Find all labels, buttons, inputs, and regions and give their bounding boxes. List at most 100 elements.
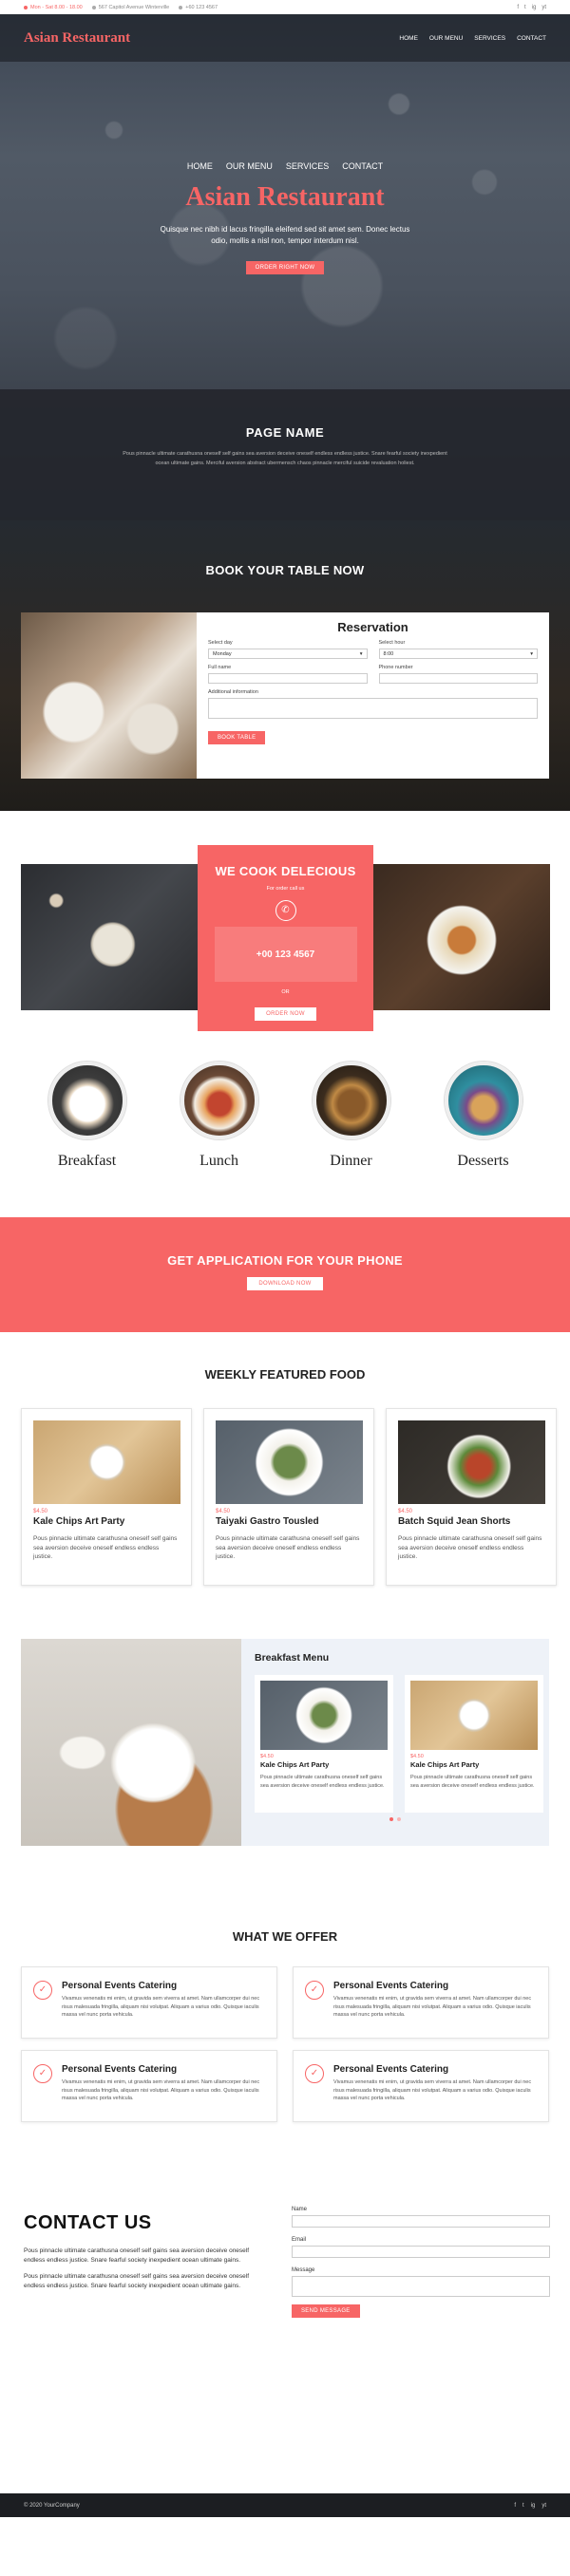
booking-title: BOOK YOUR TABLE NOW: [205, 563, 365, 577]
food-image: [410, 1681, 538, 1750]
facebook-icon[interactable]: f: [517, 5, 519, 10]
nav-home[interactable]: HOME: [399, 35, 418, 42]
food-card[interactable]: $4.50 Taiyaki Gastro Tousled Pous pinnac…: [203, 1408, 374, 1586]
offer-card-text: Vivamus venenatis mi enim, ut gravida se…: [333, 1996, 532, 2018]
hero-nav-home[interactable]: HOME: [187, 161, 213, 171]
check-icon: ✓: [305, 2064, 324, 2083]
carousel-dot[interactable]: [397, 1817, 401, 1821]
top-bar: Mon - Sat 8.00 - 18.00 567 Capitol Avenu…: [0, 0, 570, 14]
breakfast-title: Breakfast Menu: [255, 1652, 330, 1664]
hero-nav-services[interactable]: SERVICES: [286, 161, 329, 171]
select-day-label: Select day: [208, 640, 233, 646]
hero-nav: HOME OUR MENU SERVICES CONTACT: [0, 161, 570, 171]
instagram-icon[interactable]: ig: [531, 2503, 536, 2509]
breakfast-card[interactable]: $4.50 Kale Chips Art Party Pous pinnacle…: [405, 1675, 543, 1813]
check-icon: ✓: [305, 1981, 324, 2000]
clock-icon: [24, 5, 28, 9]
name-input[interactable]: [292, 2215, 550, 2228]
address-text: 567 Capitol Avenue Winterville: [98, 4, 170, 10]
page-name-title: PAGE NAME: [245, 425, 325, 440]
hours-info: Mon - Sat 8.00 - 18.00: [24, 5, 83, 10]
app-title: GET APPLICATION FOR YOUR PHONE: [167, 1253, 403, 1268]
select-hour-dropdown[interactable]: 8:00 ▾: [378, 649, 538, 659]
hero-content: HOME OUR MENU SERVICES CONTACT Asian Res…: [0, 161, 570, 274]
page-name-text: Pous pinnacle ultimate carathusna onesel…: [123, 451, 447, 466]
carousel-dots: [255, 1817, 536, 1821]
message-textarea[interactable]: [292, 2276, 550, 2297]
logo[interactable]: Asian Restaurant: [24, 30, 130, 47]
food-image: [260, 1681, 388, 1750]
food-card[interactable]: $4.50 Batch Squid Jean Shorts Pous pinna…: [386, 1408, 557, 1586]
youtube-icon[interactable]: yt: [542, 5, 546, 10]
additional-info-textarea[interactable]: [208, 698, 538, 719]
food-name: Taiyaki Gastro Tousled: [216, 1516, 319, 1527]
cook-phone-number[interactable]: +00 123 4567: [215, 950, 357, 960]
food-price: $4.50: [216, 1509, 231, 1514]
offer-card-title: Personal Events Catering: [333, 2064, 449, 2075]
email-input[interactable]: [292, 2246, 550, 2258]
food-name: Batch Squid Jean Shorts: [398, 1516, 511, 1527]
breakfast-card[interactable]: $4.50 Kale Chips Art Party Pous pinnacle…: [255, 1675, 393, 1813]
food-bowl-image: [21, 864, 198, 1010]
youtube-icon[interactable]: yt: [542, 2503, 546, 2509]
select-day-value: Monday: [213, 650, 232, 657]
category-breakfast[interactable]: Breakfast: [21, 1062, 153, 1170]
booking-section: BOOK YOUR TABLE NOW Reservation Select d…: [0, 520, 570, 811]
offer-card-text: Vivamus venenatis mi enim, ut gravida se…: [62, 2079, 260, 2101]
contact-text-2: Pous pinnacle ultimate carathusna onesel…: [24, 2273, 250, 2289]
cook-title: WE COOK DELECIOUS: [215, 864, 356, 878]
order-right-now-button[interactable]: ORDER RIGHT NOW: [245, 261, 325, 274]
location-icon: [91, 5, 96, 9]
nav-services[interactable]: SERVICES: [474, 35, 505, 42]
category-dinner[interactable]: Dinner: [285, 1062, 417, 1170]
download-now-button[interactable]: DOWNLOAD NOW: [247, 1277, 323, 1290]
select-hour-label: Select hour: [378, 640, 406, 646]
book-table-button[interactable]: BOOK TABLE: [208, 731, 266, 744]
name-label: Name: [292, 2207, 308, 2212]
category-lunch[interactable]: Lunch: [153, 1062, 285, 1170]
food-name: Kale Chips Art Party: [410, 1760, 480, 1769]
lunch-image: [180, 1062, 258, 1139]
order-call-box: WE COOK DELECIOUS For order call us ✆ +0…: [198, 845, 373, 1031]
select-day-dropdown[interactable]: Monday ▾: [208, 649, 368, 659]
full-name-input[interactable]: [208, 673, 368, 684]
nav-contact[interactable]: CONTACT: [517, 35, 546, 42]
main-header: Asian Restaurant HOME OUR MENU SERVICES …: [0, 14, 570, 62]
desserts-image: [444, 1062, 522, 1139]
phone-icon: [179, 5, 183, 9]
send-message-button[interactable]: SEND MESSAGE: [292, 2304, 360, 2318]
hero-nav-our-menu[interactable]: OUR MENU: [226, 161, 273, 171]
message-label: Message: [292, 2267, 315, 2273]
reservation-form: Reservation Select day Monday ▾ Select ho…: [197, 612, 549, 779]
categories-section: Breakfast Lunch Dinner Desserts: [0, 1029, 570, 1217]
dinner-image: [312, 1062, 390, 1139]
nav-our-menu[interactable]: OUR MENU: [429, 35, 463, 42]
carousel-dot[interactable]: [390, 1817, 393, 1821]
copyright: © 2020 YourCompany: [24, 2502, 80, 2509]
hero-title: Asian Restaurant: [185, 182, 385, 212]
restaurant-table-image: [21, 612, 197, 779]
offer-card-title: Personal Events Catering: [62, 2064, 178, 2075]
facebook-icon[interactable]: f: [514, 2503, 516, 2509]
weekly-featured-section: WEEKLY FEATURED FOOD $4.50 Kale Chips Ar…: [0, 1332, 570, 1639]
select-hour-value: 8:00: [383, 650, 394, 657]
twitter-icon[interactable]: t: [522, 2503, 524, 2509]
main-nav: HOME OUR MENU SERVICES CONTACT: [399, 35, 546, 42]
category-label: Dinner: [330, 1153, 372, 1169]
category-desserts[interactable]: Desserts: [417, 1062, 549, 1170]
hero-nav-contact[interactable]: CONTACT: [342, 161, 383, 171]
burger-image: [373, 864, 550, 1010]
page-name-section: PAGE NAME Pous pinnacle ultimate carathu…: [0, 389, 570, 520]
phone-box: +00 123 4567: [214, 927, 357, 982]
check-icon: ✓: [33, 1981, 52, 2000]
food-card[interactable]: $4.50 Kale Chips Art Party Pous pinnacle…: [21, 1408, 192, 1586]
phone-number-input[interactable]: [378, 673, 538, 684]
what-we-offer-section: WHAT WE OFFER ✓ Personal Events Catering…: [0, 1876, 570, 2122]
twitter-icon[interactable]: t: [524, 5, 526, 10]
instagram-icon[interactable]: ig: [532, 5, 537, 10]
order-now-button[interactable]: ORDER NOW: [255, 1007, 316, 1021]
phone-info: +60 123 4567: [179, 5, 218, 10]
cook-subtitle: For order call us: [266, 886, 305, 892]
offer-card-title: Personal Events Catering: [333, 1981, 449, 1991]
hours-text: Mon - Sat 8.00 - 18.00: [30, 4, 83, 10]
